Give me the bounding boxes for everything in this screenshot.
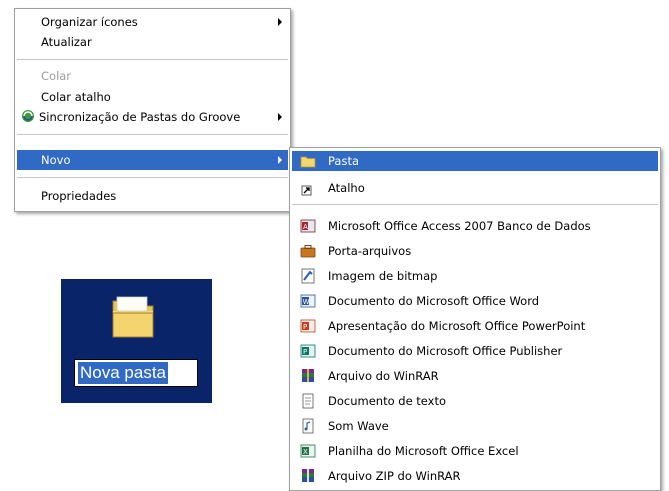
submenu-arrow-icon [278,156,282,164]
menu-item-label: Atalho [328,181,365,195]
text-document-icon [302,393,314,409]
menu-item-label: Propriedades [41,189,117,203]
menu-separator [17,177,288,178]
powerpoint-icon: P [300,319,316,333]
menu-item-label: Documento do Microsoft Office Publisher [328,344,563,358]
menu-item-label: Imagem de bitmap [328,269,438,283]
menu-item-label: Documento do Microsoft Office Word [328,294,540,308]
folder-name-selected-text: Nova pasta [78,362,168,384]
menu-item-groove-sync[interactable]: Sincronização de Pastas do Groove [17,107,288,127]
desktop-context-menu: Organizar ícones Atualizar Colar Colar a… [14,8,291,212]
menu-item-label: Porta-arquivos [328,244,412,258]
submenu-item-excel[interactable]: X Planilha do Microsoft Office Excel [292,441,658,461]
submenu-item-winrar-zip[interactable]: Arquivo ZIP do WinRAR [292,466,658,486]
bitmap-icon [301,268,315,284]
menu-item-label: Microsoft Office Access 2007 Banco de Da… [328,219,591,233]
access-icon: A [300,219,316,233]
menu-separator [292,204,658,205]
menu-item-label: Novo [41,153,71,167]
submenu-item-powerpoint[interactable]: P Apresentação do Microsoft Office Power… [292,316,658,336]
menu-item-organize-icons[interactable]: Organizar ícones [17,12,288,32]
briefcase-icon [300,245,316,258]
menu-item-label: Arquivo do WinRAR [328,369,439,383]
submenu-item-briefcase[interactable]: Porta-arquivos [292,241,658,261]
menu-item-label: Organizar ícones [41,15,138,29]
menu-item-paste: Colar [17,66,288,86]
shortcut-icon [301,185,312,196]
word-icon: W [300,294,316,308]
menu-item-new[interactable]: Novo [17,150,288,170]
menu-item-label: Colar atalho [41,90,111,104]
menu-separator [17,134,288,135]
new-submenu: Pasta Atalho A Microsoft Office Access 2… [289,147,661,491]
menu-item-label: Documento de texto [328,394,447,408]
folder-icon [300,156,316,168]
svg-text:X: X [303,448,308,456]
menu-item-label: Som Wave [328,419,389,433]
menu-separator [17,59,288,60]
submenu-item-text-document[interactable]: Documento de texto [292,391,658,411]
menu-item-properties[interactable]: Propriedades [17,186,288,206]
excel-icon: X [300,444,316,458]
wave-sound-icon [302,418,314,434]
desktop-new-folder[interactable]: Nova pasta [61,279,212,403]
submenu-item-winrar[interactable]: Arquivo do WinRAR [292,366,658,386]
winrar-zip-icon [302,469,314,482]
submenu-item-shortcut[interactable]: Atalho [292,178,658,198]
menu-item-label: Colar [41,69,72,83]
submenu-arrow-icon [278,113,282,121]
folder-rename-input[interactable]: Nova pasta [74,359,198,387]
menu-item-paste-shortcut[interactable]: Colar atalho [17,87,288,107]
submenu-item-publisher[interactable]: P Documento do Microsoft Office Publishe… [292,341,658,361]
menu-item-label: Planilha do Microsoft Office Excel [328,444,519,458]
submenu-item-wave-sound[interactable]: Som Wave [292,416,658,436]
submenu-arrow-icon [278,18,282,26]
menu-item-label: Atualizar [41,35,92,49]
submenu-item-word[interactable]: W Documento do Microsoft Office Word [292,291,658,311]
folder-icon [112,296,154,338]
groove-sync-icon [22,110,34,122]
submenu-item-folder[interactable]: Pasta [292,151,658,171]
publisher-icon: P [300,344,316,358]
menu-item-label: Apresentação do Microsoft Office PowerPo… [328,319,586,333]
svg-text:A: A [303,223,308,231]
submenu-item-bitmap[interactable]: Imagem de bitmap [292,266,658,286]
menu-item-refresh[interactable]: Atualizar [17,32,288,52]
menu-item-label: Pasta [328,154,360,168]
menu-item-label: Arquivo ZIP do WinRAR [328,469,461,483]
svg-text:W: W [303,298,310,306]
menu-item-label: Sincronização de Pastas do Groove [39,110,241,124]
svg-text:P: P [303,323,307,331]
svg-text:P: P [303,348,307,356]
winrar-icon [302,369,314,382]
submenu-item-access[interactable]: A Microsoft Office Access 2007 Banco de … [292,216,658,236]
